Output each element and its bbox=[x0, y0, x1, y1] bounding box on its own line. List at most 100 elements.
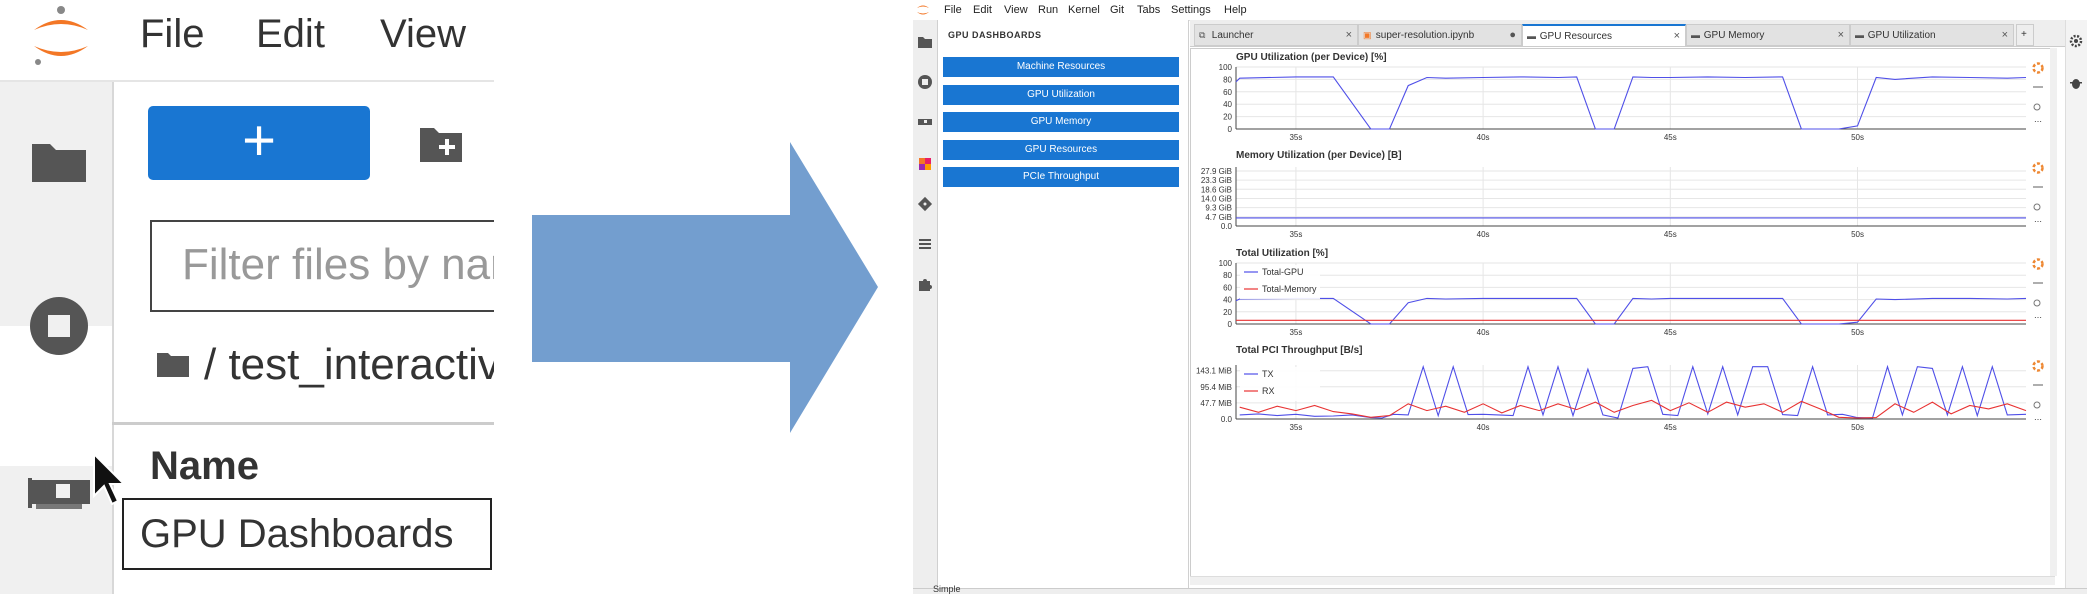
chart-title: GPU Utilization (per Device) [%] bbox=[1236, 52, 1387, 63]
tab-gpu-memory[interactable]: ▬ GPU Memory × bbox=[1686, 24, 1850, 46]
bokeh-logo-icon bbox=[2032, 62, 2044, 74]
breadcrumb[interactable]: / test_interactive bbox=[204, 340, 494, 390]
gpu-card-icon[interactable] bbox=[26, 470, 94, 512]
puzzle-extension-icon[interactable] bbox=[917, 276, 933, 292]
y-tick-label: 20 bbox=[1223, 113, 1232, 122]
gpu-utilization-button[interactable]: GPU Utilization bbox=[943, 85, 1179, 105]
debugger-bug-icon[interactable] bbox=[2069, 76, 2083, 90]
close-icon[interactable]: × bbox=[1838, 25, 1844, 45]
zoom-menu-edit[interactable]: Edit bbox=[256, 12, 325, 57]
y-tick-label: 18.6 GiB bbox=[1201, 185, 1232, 194]
menu-file[interactable]: File bbox=[944, 4, 962, 16]
right-arrow-icon bbox=[532, 142, 878, 433]
x-tick-label: 40s bbox=[1477, 423, 1490, 432]
zoom-menu-file[interactable]: File bbox=[140, 12, 204, 57]
gpu-card-icon: ▬ bbox=[1855, 30, 1864, 40]
machine-resources-button[interactable]: Machine Resources bbox=[943, 57, 1179, 77]
add-tab-button[interactable]: + bbox=[2016, 24, 2034, 46]
bokeh-logo-icon bbox=[2032, 258, 2044, 270]
more-tools-icon: ⋯ bbox=[2034, 117, 2042, 126]
running-stop-icon[interactable] bbox=[917, 74, 933, 90]
legend-box bbox=[1240, 367, 1320, 401]
x-tick-label: 50s bbox=[1851, 423, 1864, 432]
y-tick-label: 4.7 GiB bbox=[1205, 213, 1232, 222]
more-tools-icon: ⋯ bbox=[2034, 415, 2042, 424]
tab-notebook[interactable]: ▣ super-resolution.ipynb ● bbox=[1358, 24, 1522, 46]
x-tick-label: 35s bbox=[1289, 423, 1302, 432]
close-icon[interactable]: × bbox=[1346, 25, 1352, 45]
chart-3: Total Utilization [%] 0 20 40 60 80 100 35s 40s 4… bbox=[1219, 248, 2044, 337]
new-launcher-button[interactable]: + bbox=[148, 106, 370, 180]
gpu-dashboards-panel: GPU DASHBOARDS bbox=[938, 20, 1189, 594]
x-tick-label: 35s bbox=[1289, 133, 1302, 142]
gpu-resources-dashboard: GPU Utilization (per Device) [%] 0 20 40 60 8… bbox=[1190, 48, 2055, 584]
tab-gpu-utilization[interactable]: ▬ GPU Utilization × bbox=[1850, 24, 2014, 46]
close-icon[interactable]: × bbox=[2002, 25, 2008, 45]
list-icon[interactable] bbox=[917, 236, 933, 252]
legend-entry: TX bbox=[1262, 369, 1274, 379]
x-tick-label: 40s bbox=[1477, 328, 1490, 337]
mouse-cursor-icon bbox=[93, 452, 126, 506]
name-column-header[interactable]: Name bbox=[150, 444, 259, 489]
folder-icon[interactable] bbox=[156, 350, 190, 378]
y-tick-label: 60 bbox=[1223, 283, 1232, 292]
pcie-throughput-button[interactable]: PCIe Throughput bbox=[943, 167, 1179, 187]
menu-kernel[interactable]: Kernel bbox=[1068, 4, 1100, 16]
tab-gpu-resources[interactable]: ▬ GPU Resources × bbox=[1522, 24, 1686, 46]
menu-view[interactable]: View bbox=[1004, 4, 1028, 16]
legend-entry: Total-Memory bbox=[1262, 284, 1317, 294]
zoom-menu-view[interactable]: View bbox=[380, 12, 466, 57]
y-tick-label: 27.9 GiB bbox=[1201, 167, 1232, 176]
gpu-resources-button[interactable]: GPU Resources bbox=[943, 140, 1179, 160]
y-tick-label: 100 bbox=[1219, 63, 1233, 72]
close-icon[interactable]: × bbox=[1674, 26, 1680, 46]
tab-label: super-resolution.ipynb bbox=[1375, 30, 1475, 41]
folder-icon[interactable] bbox=[30, 138, 88, 184]
horizontal-scrollbar[interactable] bbox=[1190, 576, 2055, 585]
more-tools-icon: ⋯ bbox=[2034, 217, 2042, 226]
gpu-card-icon: ▬ bbox=[1691, 30, 1700, 40]
status-bar: Simple bbox=[913, 584, 2087, 594]
menu-git[interactable]: Git bbox=[1110, 4, 1124, 16]
right-sidebar bbox=[2065, 20, 2087, 594]
gpu-card-icon[interactable] bbox=[917, 114, 933, 130]
vertical-scrollbar[interactable] bbox=[2050, 48, 2057, 576]
more-tools-icon: ⋯ bbox=[2034, 313, 2042, 322]
menu-help[interactable]: Help bbox=[1224, 4, 1247, 16]
running-stop-icon[interactable] bbox=[28, 295, 90, 357]
x-tick-label: 50s bbox=[1851, 230, 1864, 239]
notebook-icon: ▣ bbox=[1363, 30, 1372, 40]
legend-entry: RX bbox=[1262, 386, 1275, 396]
y-tick-label: 0.0 bbox=[1221, 415, 1233, 424]
gear-icon[interactable] bbox=[2069, 34, 2083, 48]
chart-1: GPU Utilization (per Device) [%] 0 20 40 60 8… bbox=[1219, 52, 2044, 142]
extension-color-icon[interactable] bbox=[917, 156, 933, 172]
y-tick-label: 95.4 MiB bbox=[1200, 383, 1232, 392]
y-tick-label: 14.0 GiB bbox=[1201, 194, 1232, 203]
y-tick-label: 20 bbox=[1223, 308, 1232, 317]
tab-launcher[interactable]: ⧉ Launcher × bbox=[1194, 24, 1358, 46]
menu-run[interactable]: Run bbox=[1038, 4, 1058, 16]
gpu-dashboards-tooltip: GPU Dashboards bbox=[122, 498, 492, 570]
y-tick-label: 23.3 GiB bbox=[1201, 176, 1232, 185]
git-icon[interactable] bbox=[917, 196, 933, 212]
y-tick-label: 40 bbox=[1223, 100, 1232, 109]
menu-bar: File Edit View Run Kernel Git Tabs Setti… bbox=[913, 0, 2087, 21]
divider bbox=[112, 422, 494, 425]
menu-settings[interactable]: Settings bbox=[1171, 4, 1211, 16]
folder-icon[interactable] bbox=[917, 34, 933, 50]
tab-label: GPU Memory bbox=[1703, 30, 1765, 41]
zoom-tool-icon bbox=[2033, 203, 2041, 211]
x-tick-label: 35s bbox=[1289, 230, 1302, 239]
menu-edit[interactable]: Edit bbox=[973, 4, 992, 16]
simple-mode-label[interactable]: Simple bbox=[933, 584, 961, 594]
menu-tabs[interactable]: Tabs bbox=[1137, 4, 1160, 16]
new-folder-icon[interactable] bbox=[418, 124, 464, 164]
filter-files-input[interactable]: Filter files by nar bbox=[150, 220, 494, 312]
unsaved-dot-icon[interactable]: ● bbox=[1509, 25, 1516, 45]
chart-4: Total PCI Throughput [B/s] 0.0 47.7 MiB 95.… bbox=[1196, 345, 2044, 432]
y-tick-label: 143.1 MiB bbox=[1196, 367, 1232, 376]
x-tick-label: 35s bbox=[1289, 328, 1302, 337]
gpu-memory-button[interactable]: GPU Memory bbox=[943, 112, 1179, 132]
x-tick-label: 40s bbox=[1477, 133, 1490, 142]
